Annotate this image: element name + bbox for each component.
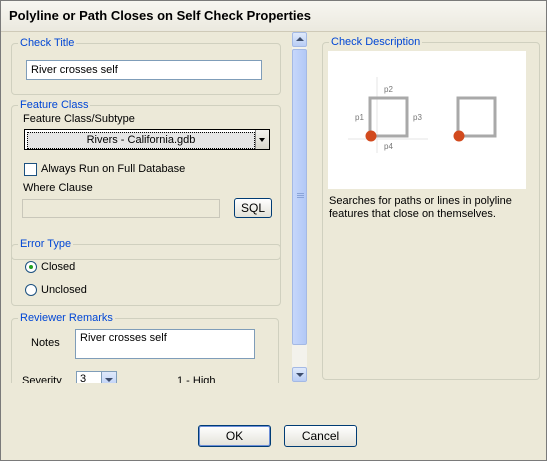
title-bar: Polyline or Path Closes on Self Check Pr… xyxy=(1,1,546,32)
notes-textarea[interactable]: River crosses self xyxy=(75,329,255,359)
window-title: Polyline or Path Closes on Self Check Pr… xyxy=(9,8,311,23)
p3-label: p3 xyxy=(413,113,422,122)
severity-dropdown[interactable]: 3 xyxy=(76,371,117,383)
severity-value: 3 xyxy=(80,373,87,383)
where-clause-label: Where Clause xyxy=(23,182,93,194)
left-panel: Check Title River crosses self Feature C… xyxy=(3,31,290,383)
error-type-legend: Error Type xyxy=(18,238,74,250)
scroll-down-button[interactable] xyxy=(292,367,307,382)
severity-label: Severity xyxy=(22,375,62,383)
chevron-down-icon xyxy=(259,138,265,142)
scroll-up-button[interactable] xyxy=(292,32,307,47)
scroll-thumb[interactable] xyxy=(292,49,307,345)
feature-class-subtype-label: Feature Class/Subtype xyxy=(23,113,135,125)
dropdown-selected-value: Rivers - California.gdb xyxy=(27,132,255,149)
severity-arrow-button[interactable] xyxy=(101,372,116,383)
check-title-input[interactable]: River crosses self xyxy=(26,60,262,80)
where-clause-input[interactable] xyxy=(22,199,220,218)
chevron-up-icon xyxy=(296,37,304,41)
closed-path-diagram: p2 p1 p3 p4 xyxy=(348,77,497,153)
notes-label: Notes xyxy=(31,337,60,349)
left-panel-scrollbar[interactable] xyxy=(292,32,307,382)
closed-radio[interactable] xyxy=(25,261,37,273)
sql-button[interactable]: SQL xyxy=(234,198,272,218)
unclosed-radio[interactable] xyxy=(25,284,37,296)
check-title-legend: Check Title xyxy=(18,37,77,49)
always-run-checkbox[interactable] xyxy=(24,163,37,176)
description-text: Searches for paths or lines in polyline … xyxy=(329,195,512,220)
feature-class-dropdown[interactable]: Rivers - California.gdb xyxy=(24,129,270,150)
check-description-group: Check Description p2 p1 p3 p4 Searches f… xyxy=(322,36,540,380)
properties-dialog: Polyline or Path Closes on Self Check Pr… xyxy=(0,0,547,461)
severity-hint: 1 - High xyxy=(177,375,216,383)
check-title-group: Check Title River crosses self xyxy=(11,37,281,95)
error-type-group: Error Type Closed Unclosed xyxy=(11,238,281,306)
feature-class-group: Feature Class Feature Class/Subtype Rive… xyxy=(11,99,281,260)
self-closing-square xyxy=(368,96,409,138)
start-point-marker xyxy=(365,130,377,142)
closed-label: Closed xyxy=(41,261,76,273)
chevron-down-icon xyxy=(105,378,113,382)
ok-button[interactable]: OK xyxy=(198,425,271,447)
p4-label: p4 xyxy=(384,142,393,151)
always-run-label: Always Run on Full Database xyxy=(41,163,186,175)
p1-label: p1 xyxy=(355,113,364,122)
reviewer-remarks-group: Reviewer Remarks Notes River crosses sel… xyxy=(11,312,279,383)
end-point-marker xyxy=(453,130,465,142)
unclosed-label: Unclosed xyxy=(41,284,87,296)
reviewer-remarks-legend: Reviewer Remarks xyxy=(18,312,115,324)
description-diagram: p2 p1 p3 p4 xyxy=(328,51,526,189)
check-description-legend: Check Description xyxy=(329,36,423,48)
chevron-down-icon xyxy=(296,373,304,377)
closed-square xyxy=(456,96,497,138)
p2-label: p2 xyxy=(384,85,393,94)
cancel-button[interactable]: Cancel xyxy=(284,425,357,447)
dropdown-arrow-button[interactable] xyxy=(255,130,269,149)
feature-class-legend: Feature Class xyxy=(18,99,91,111)
grip-icon xyxy=(297,193,304,194)
